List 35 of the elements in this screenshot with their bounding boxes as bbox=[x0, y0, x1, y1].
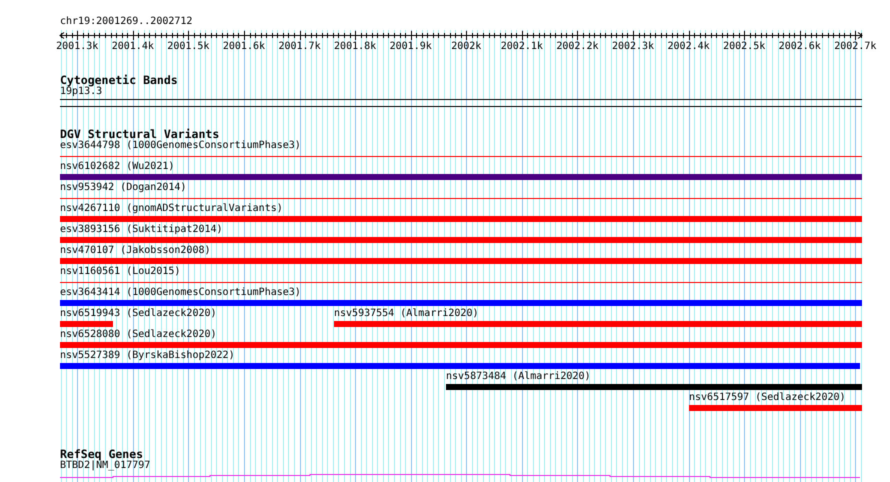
tick-label: 2001.8k bbox=[334, 41, 376, 53]
feature-label: esv3644798 (1000GenomesConsortiumPhase3) bbox=[60, 140, 301, 152]
feature-label: nsv5873484 (Almarri2020) bbox=[446, 371, 590, 383]
feature-label: nsv6102682 (Wu2021) bbox=[60, 161, 174, 173]
tick-label: 2001.7k bbox=[278, 41, 321, 53]
tick-label: 2001.4k bbox=[112, 41, 154, 53]
feature-label: nsv953942 (Dogan2014) bbox=[60, 182, 186, 194]
region-label: chr19:2001269..2002712 bbox=[60, 16, 194, 28]
gene-label: BTBD2|NM_017797 bbox=[60, 460, 152, 472]
tick-label: 2002.5k bbox=[723, 41, 766, 53]
tick-label: 2002.2k bbox=[556, 41, 598, 53]
tick-label: 2001.6k bbox=[222, 41, 266, 53]
tick-label: 2001.3k bbox=[56, 41, 98, 53]
feature-label: nsv6528080 (Sedlazeck2020) bbox=[60, 329, 217, 341]
tick-label: 2002.7k bbox=[834, 41, 876, 53]
feature-label: nsv5527389 (ByrskaBishop2022) bbox=[60, 350, 235, 362]
feature-label: nsv6519943 (Sedlazeck2020) bbox=[60, 308, 217, 320]
tick-label: 2001.5k bbox=[167, 41, 210, 53]
feature-label: nsv1160561 (Lou2015) bbox=[60, 266, 180, 278]
tick-label: 2002.4k bbox=[668, 41, 710, 53]
tick-label: 2002.6k bbox=[778, 41, 821, 53]
track-title: Cytogenetic Bands bbox=[60, 74, 179, 86]
feature-label: esv3893156 (Suktitipat2014) bbox=[60, 224, 223, 236]
feature-label: nsv470107 (Jakobsson2008) bbox=[60, 245, 211, 257]
track-title: DGV Structural Variants bbox=[60, 128, 220, 140]
feature-label: nsv5937554 (Almarri2020) bbox=[334, 308, 478, 320]
tick-label: 2002.3k bbox=[612, 41, 654, 53]
cytoband-label: 19p13.3 bbox=[60, 86, 102, 98]
tick-label: 2001.9k bbox=[390, 41, 432, 53]
feature-label: nsv6517597 (Sedlazeck2020) bbox=[689, 392, 846, 404]
feature-label: nsv4267110 (gnomADStructuralVariants) bbox=[60, 203, 283, 215]
tick-label: 2002k bbox=[451, 41, 482, 53]
feature-label: esv3643414 (1000GenomesConsortiumPhase3) bbox=[60, 287, 301, 299]
tick-label: 2002.1k bbox=[500, 41, 543, 53]
track-title: RefSeq Genes bbox=[60, 448, 144, 460]
